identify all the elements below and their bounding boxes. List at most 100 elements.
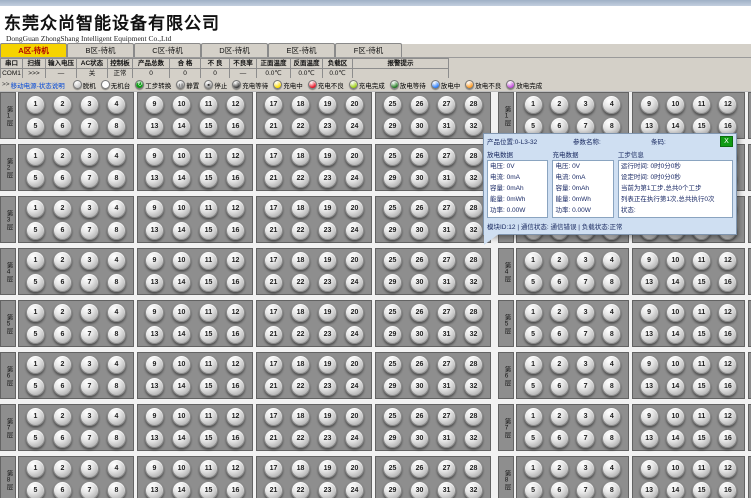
cell-circle-R-1-12[interactable]: 12 (718, 95, 737, 114)
cell-circle-L-8-6[interactable]: 6 (53, 481, 72, 498)
cell-circle-L-1-4[interactable]: 4 (107, 95, 126, 114)
cell-circle-L-5-30[interactable]: 30 (410, 325, 429, 344)
cell-circle-L-4-1[interactable]: 1 (26, 251, 45, 270)
cell-circle-R-4-14[interactable]: 14 (666, 273, 685, 292)
cell-circle-L-8-32[interactable]: 32 (464, 481, 483, 498)
cell-circle-L-7-7[interactable]: 7 (80, 429, 99, 448)
cell-circle-L-4-3[interactable]: 3 (80, 251, 99, 270)
cell-circle-R-7-7[interactable]: 7 (576, 429, 595, 448)
cell-circle-L-2-29[interactable]: 29 (383, 169, 402, 188)
cell-circle-L-4-18[interactable]: 18 (291, 251, 310, 270)
cell-circle-R-4-1[interactable]: 1 (524, 251, 543, 270)
cell-circle-L-1-22[interactable]: 22 (291, 117, 310, 136)
cell-circle-L-2-8[interactable]: 8 (107, 169, 126, 188)
cell-circle-L-6-7[interactable]: 7 (80, 377, 99, 396)
cell-circle-R-5-4[interactable]: 4 (602, 303, 621, 322)
cell-circle-L-1-30[interactable]: 30 (410, 117, 429, 136)
cell-circle-L-3-29[interactable]: 29 (383, 221, 402, 240)
cell-circle-R-4-15[interactable]: 15 (692, 273, 711, 292)
cell-circle-R-5-2[interactable]: 2 (550, 303, 569, 322)
cell-circle-R-6-3[interactable]: 3 (576, 355, 595, 374)
cell-circle-L-7-21[interactable]: 21 (264, 429, 283, 448)
cell-circle-L-4-6[interactable]: 6 (53, 273, 72, 292)
tab-zone-5[interactable]: E区-待机 (268, 43, 335, 57)
cell-circle-L-3-4[interactable]: 4 (107, 199, 126, 218)
cell-circle-L-5-5[interactable]: 5 (26, 325, 45, 344)
cell-circle-L-5-22[interactable]: 22 (291, 325, 310, 344)
cell-circle-L-6-15[interactable]: 15 (199, 377, 218, 396)
cell-circle-L-5-11[interactable]: 11 (199, 303, 218, 322)
cell-circle-L-5-31[interactable]: 31 (437, 325, 456, 344)
cell-circle-L-8-22[interactable]: 22 (291, 481, 310, 498)
cell-circle-L-3-3[interactable]: 3 (80, 199, 99, 218)
cell-circle-R-8-1[interactable]: 1 (524, 459, 543, 478)
cell-circle-R-8-9[interactable]: 9 (640, 459, 659, 478)
cell-circle-L-2-20[interactable]: 20 (345, 147, 364, 166)
tab-zone-1[interactable]: A区-待机 (0, 43, 67, 57)
cell-circle-R-5-13[interactable]: 13 (640, 325, 659, 344)
cell-circle-L-2-17[interactable]: 17 (264, 147, 283, 166)
cell-circle-L-7-29[interactable]: 29 (383, 429, 402, 448)
cell-circle-L-6-21[interactable]: 21 (264, 377, 283, 396)
cell-circle-R-8-13[interactable]: 13 (640, 481, 659, 498)
cell-circle-L-5-7[interactable]: 7 (80, 325, 99, 344)
cell-circle-L-7-30[interactable]: 30 (410, 429, 429, 448)
cell-circle-L-3-10[interactable]: 10 (172, 199, 191, 218)
cell-circle-R-7-3[interactable]: 3 (576, 407, 595, 426)
cell-circle-L-4-20[interactable]: 20 (345, 251, 364, 270)
cell-circle-L-7-31[interactable]: 31 (437, 429, 456, 448)
cell-circle-L-5-14[interactable]: 14 (172, 325, 191, 344)
cell-circle-R-8-16[interactable]: 16 (718, 481, 737, 498)
cell-circle-R-8-8[interactable]: 8 (602, 481, 621, 498)
cell-circle-L-5-28[interactable]: 28 (464, 303, 483, 322)
cell-circle-L-6-10[interactable]: 10 (172, 355, 191, 374)
cell-circle-R-5-6[interactable]: 6 (550, 325, 569, 344)
cell-circle-L-1-21[interactable]: 21 (264, 117, 283, 136)
cell-circle-L-6-13[interactable]: 13 (145, 377, 164, 396)
cell-circle-R-4-4[interactable]: 4 (602, 251, 621, 270)
cell-circle-L-4-16[interactable]: 16 (226, 273, 245, 292)
cell-circle-L-3-1[interactable]: 1 (26, 199, 45, 218)
cell-circle-L-8-28[interactable]: 28 (464, 459, 483, 478)
cell-circle-L-8-30[interactable]: 30 (410, 481, 429, 498)
cell-circle-L-3-14[interactable]: 14 (172, 221, 191, 240)
cell-circle-L-4-25[interactable]: 25 (383, 251, 402, 270)
tab-zone-2[interactable]: B区-待机 (67, 43, 134, 57)
cell-circle-L-5-19[interactable]: 19 (318, 303, 337, 322)
cell-circle-L-3-31[interactable]: 31 (437, 221, 456, 240)
cell-circle-L-3-13[interactable]: 13 (145, 221, 164, 240)
cell-circle-R-5-1[interactable]: 1 (524, 303, 543, 322)
cell-circle-L-1-14[interactable]: 14 (172, 117, 191, 136)
cell-circle-L-5-4[interactable]: 4 (107, 303, 126, 322)
cell-circle-L-6-24[interactable]: 24 (345, 377, 364, 396)
cell-circle-L-2-27[interactable]: 27 (437, 147, 456, 166)
cell-circle-L-4-27[interactable]: 27 (437, 251, 456, 270)
cell-circle-L-1-6[interactable]: 6 (53, 117, 72, 136)
cell-circle-R-1-2[interactable]: 2 (550, 95, 569, 114)
cell-circle-L-6-31[interactable]: 31 (437, 377, 456, 396)
cell-circle-L-3-19[interactable]: 19 (318, 199, 337, 218)
cell-circle-R-8-15[interactable]: 15 (692, 481, 711, 498)
cell-circle-L-1-10[interactable]: 10 (172, 95, 191, 114)
cell-circle-R-8-6[interactable]: 6 (550, 481, 569, 498)
cell-circle-L-4-8[interactable]: 8 (107, 273, 126, 292)
cell-circle-R-4-9[interactable]: 9 (640, 251, 659, 270)
cell-circle-L-8-12[interactable]: 12 (226, 459, 245, 478)
cell-circle-R-8-7[interactable]: 7 (576, 481, 595, 498)
cell-circle-L-4-13[interactable]: 13 (145, 273, 164, 292)
cell-circle-L-8-23[interactable]: 23 (318, 481, 337, 498)
cell-circle-R-7-14[interactable]: 14 (666, 429, 685, 448)
cell-circle-L-4-32[interactable]: 32 (464, 273, 483, 292)
cell-circle-L-5-8[interactable]: 8 (107, 325, 126, 344)
cell-circle-L-6-22[interactable]: 22 (291, 377, 310, 396)
cell-circle-L-3-21[interactable]: 21 (264, 221, 283, 240)
cell-circle-L-7-23[interactable]: 23 (318, 429, 337, 448)
cell-circle-L-4-5[interactable]: 5 (26, 273, 45, 292)
cell-circle-L-2-23[interactable]: 23 (318, 169, 337, 188)
cell-circle-L-2-12[interactable]: 12 (226, 147, 245, 166)
cell-circle-R-1-4[interactable]: 4 (602, 95, 621, 114)
cell-circle-L-5-27[interactable]: 27 (437, 303, 456, 322)
cell-circle-L-5-13[interactable]: 13 (145, 325, 164, 344)
cell-circle-L-8-20[interactable]: 20 (345, 459, 364, 478)
cell-circle-L-6-25[interactable]: 25 (383, 355, 402, 374)
